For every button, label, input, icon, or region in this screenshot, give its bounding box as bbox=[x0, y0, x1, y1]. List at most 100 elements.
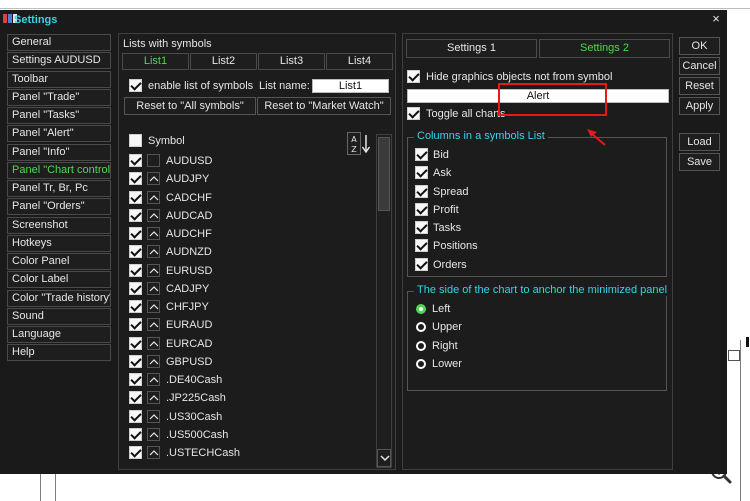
symbol-checkbox[interactable] bbox=[129, 409, 142, 423]
reset-all-symbols-button[interactable]: Reset to "All symbols" bbox=[124, 97, 256, 115]
chevron-up-icon[interactable] bbox=[147, 281, 160, 295]
symbol-checkbox[interactable] bbox=[129, 190, 142, 204]
chevron-up-icon[interactable] bbox=[147, 227, 160, 240]
nav-item[interactable]: Sound bbox=[7, 307, 111, 325]
anchor-radio[interactable] bbox=[416, 340, 426, 351]
nav-item[interactable]: Hotkeys bbox=[7, 234, 111, 252]
reset-market-watch-button[interactable]: Reset to "Market Watch" bbox=[257, 97, 391, 115]
symbol-checkbox[interactable] bbox=[129, 446, 142, 459]
symbol-name: .US30Cash bbox=[166, 410, 223, 423]
scroll-down-icon[interactable] bbox=[377, 449, 391, 467]
symbol-checkbox[interactable] bbox=[129, 263, 142, 277]
column-checkbox[interactable] bbox=[415, 239, 428, 253]
nav-item[interactable]: Panel Tr, Br, Pc bbox=[7, 180, 111, 197]
nav-item[interactable]: Help bbox=[7, 344, 111, 362]
list-name-input[interactable]: List1 bbox=[312, 79, 389, 93]
apply-button[interactable]: Apply bbox=[679, 97, 720, 115]
empty-chart-icon[interactable] bbox=[147, 154, 160, 167]
symbol-checkbox[interactable] bbox=[129, 427, 142, 441]
sort-az-icon[interactable]: AZ bbox=[347, 132, 371, 156]
nav-item[interactable]: Panel "Tasks" bbox=[7, 107, 111, 124]
tab-settings-1[interactable]: Settings 1 bbox=[406, 39, 537, 58]
column-checkbox[interactable] bbox=[415, 221, 428, 234]
symbol-checkbox[interactable] bbox=[129, 154, 142, 167]
symbol-checkbox[interactable] bbox=[129, 336, 142, 350]
nav-item[interactable]: Panel "Orders" bbox=[7, 198, 111, 216]
symbol-name: EURUSD bbox=[166, 264, 213, 277]
close-icon[interactable]: × bbox=[709, 12, 723, 26]
load-button[interactable]: Load bbox=[679, 133, 720, 151]
chevron-up-icon[interactable] bbox=[147, 373, 160, 386]
save-button[interactable]: Save bbox=[679, 153, 720, 171]
symbol-name: .USTECHCash bbox=[166, 447, 240, 459]
svg-text:Z: Z bbox=[351, 145, 357, 154]
symbol-checkbox[interactable] bbox=[129, 208, 142, 222]
toggle-all-charts-checkbox[interactable] bbox=[407, 107, 420, 120]
tab-list-3[interactable]: List3 bbox=[258, 53, 325, 70]
anchor-radio[interactable] bbox=[416, 358, 426, 369]
chevron-up-icon[interactable] bbox=[147, 263, 160, 277]
nav-item[interactable]: Panel "Chart control" bbox=[7, 161, 111, 179]
nav-item[interactable]: Settings AUDUSD bbox=[7, 52, 111, 70]
anchor-radio[interactable] bbox=[416, 322, 426, 333]
nav-item[interactable]: Toolbar bbox=[7, 70, 111, 88]
column-label: Bid bbox=[433, 149, 449, 161]
lists-title: Lists with symbols bbox=[123, 38, 212, 50]
nav-item[interactable]: Color Label bbox=[7, 271, 111, 289]
select-all-checkbox[interactable] bbox=[129, 134, 142, 147]
nav-item[interactable]: Panel "Alert" bbox=[7, 125, 111, 143]
symbol-checkbox[interactable] bbox=[129, 172, 142, 186]
chevron-up-icon[interactable] bbox=[147, 318, 160, 332]
column-checkbox[interactable] bbox=[415, 202, 428, 216]
nav-item[interactable]: Screenshot bbox=[7, 216, 111, 234]
chevron-up-icon[interactable] bbox=[147, 208, 160, 222]
symbol-checkbox[interactable] bbox=[129, 245, 142, 259]
settings-window: Settings × General Settings AUDUSD Toolbar… bbox=[0, 10, 727, 474]
enable-list-checkbox[interactable] bbox=[129, 79, 142, 92]
anchor-radio[interactable] bbox=[416, 304, 426, 314]
chevron-up-icon[interactable] bbox=[147, 245, 160, 259]
chevron-up-icon[interactable] bbox=[147, 427, 160, 441]
symbol-name: AUDJPY bbox=[166, 173, 210, 186]
nav-item[interactable]: Color "Trade history" bbox=[7, 289, 111, 307]
chevron-up-icon[interactable] bbox=[147, 336, 160, 350]
title-bar[interactable]: Settings × bbox=[0, 10, 727, 30]
symbol-checkbox[interactable] bbox=[129, 354, 142, 368]
nav-item[interactable]: Panel "Info" bbox=[7, 143, 111, 161]
hide-graphics-checkbox[interactable] bbox=[407, 70, 420, 83]
scroll-thumb[interactable] bbox=[378, 137, 390, 211]
symbol-checkbox[interactable] bbox=[129, 373, 142, 386]
column-checkbox[interactable] bbox=[415, 166, 428, 180]
symbol-checkbox[interactable] bbox=[129, 391, 142, 405]
symbol-checkbox[interactable] bbox=[129, 300, 142, 313]
symbol-list-scrollbar[interactable] bbox=[376, 134, 392, 468]
tab-settings-2[interactable]: Settings 2 bbox=[539, 39, 670, 58]
chevron-up-icon[interactable] bbox=[147, 300, 160, 313]
chevron-up-icon[interactable] bbox=[147, 190, 160, 204]
nav-item[interactable]: Panel "Trade" bbox=[7, 88, 111, 106]
reset-button[interactable]: Reset bbox=[679, 77, 720, 95]
symbol-checkbox[interactable] bbox=[129, 281, 142, 295]
nav-item[interactable]: General bbox=[7, 34, 111, 51]
chevron-up-icon[interactable] bbox=[147, 172, 160, 186]
symbol-name: .US500Cash bbox=[166, 428, 229, 441]
chevron-up-icon[interactable] bbox=[147, 409, 160, 423]
column-checkbox[interactable] bbox=[415, 148, 428, 161]
symbol-checkbox[interactable] bbox=[129, 227, 142, 240]
enable-list-label: enable list of symbols bbox=[148, 80, 254, 92]
chevron-up-icon[interactable] bbox=[147, 354, 160, 368]
symbol-checkbox[interactable] bbox=[129, 318, 142, 332]
nav-item[interactable]: Color Panel bbox=[7, 253, 111, 270]
chevron-up-icon[interactable] bbox=[147, 391, 160, 405]
chevron-up-icon[interactable] bbox=[147, 446, 160, 459]
cancel-button[interactable]: Cancel bbox=[679, 57, 720, 75]
tab-list-1[interactable]: List1 bbox=[122, 53, 189, 70]
ok-button[interactable]: OK bbox=[679, 37, 720, 55]
tab-list-2[interactable]: List2 bbox=[190, 53, 257, 70]
tab-list-4[interactable]: List4 bbox=[326, 53, 393, 70]
column-checkbox[interactable] bbox=[415, 184, 428, 198]
nav-item[interactable]: Language bbox=[7, 326, 111, 343]
anchor-label: Lower bbox=[432, 357, 462, 370]
column-checkbox[interactable] bbox=[415, 257, 428, 271]
symbol-name: .JP225Cash bbox=[166, 392, 226, 405]
